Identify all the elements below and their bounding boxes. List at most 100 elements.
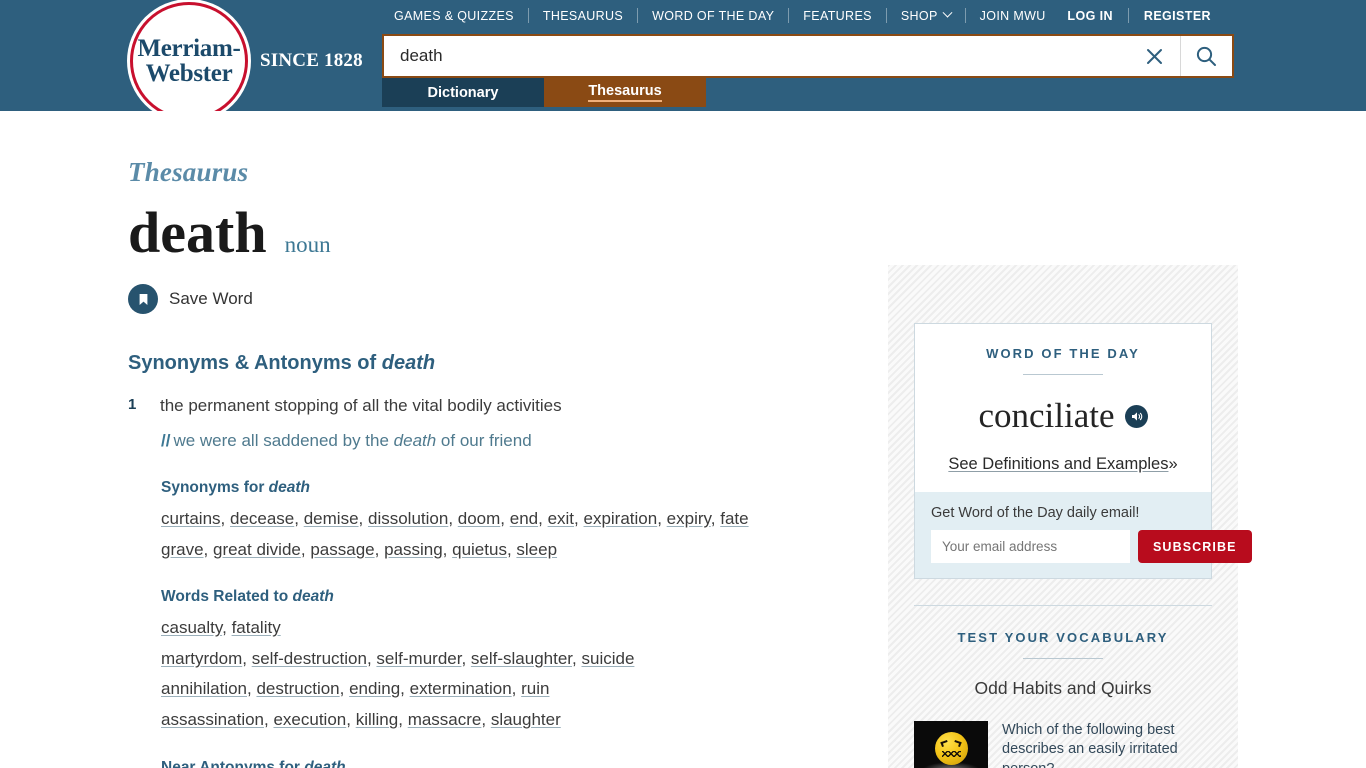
- word-of-the-day-word[interactable]: conciliate: [978, 396, 1114, 436]
- see-definitions-link[interactable]: See Definitions and Examples: [948, 455, 1168, 473]
- word-link[interactable]: end: [510, 509, 538, 528]
- word-link[interactable]: fatality: [232, 618, 281, 637]
- word-link[interactable]: decease: [230, 509, 294, 528]
- newsletter-form: SUBSCRIBE: [931, 530, 1252, 563]
- word-line: curtains, decease, demise, dissolution, …: [161, 508, 749, 528]
- word-link[interactable]: slaughter: [491, 710, 561, 729]
- logo-line-2: Webster: [145, 60, 233, 87]
- word-link[interactable]: grave: [161, 540, 204, 559]
- tab-dictionary-label: Dictionary: [427, 84, 499, 101]
- word-link[interactable]: annihilation: [161, 679, 247, 698]
- word-of-the-day-link-row: See Definitions and Examples»: [931, 455, 1195, 474]
- part-of-speech: noun: [284, 232, 331, 257]
- site-logo[interactable]: Merriam- Webster SINCE 1828: [130, 2, 363, 120]
- word-link[interactable]: self-slaughter: [471, 649, 572, 668]
- search-input[interactable]: [384, 36, 1128, 76]
- sense-example: //we were all saddened by the death of o…: [161, 430, 868, 453]
- word-link[interactable]: great divide: [213, 540, 301, 559]
- subscribe-button[interactable]: SUBSCRIBE: [1138, 530, 1252, 563]
- primary-nav: GAMES & QUIZZES THESAURUS WORD OF THE DA…: [380, 7, 1060, 23]
- tab-thesaurus[interactable]: Thesaurus: [544, 78, 706, 107]
- word-link[interactable]: quietus: [452, 540, 507, 559]
- entry-main-column: Thesaurus death noun Save Word Synonyms …: [128, 111, 868, 768]
- word-line: martyrdom, self-destruction, self-murder…: [161, 648, 635, 668]
- angry-face-ball-image: [914, 721, 988, 768]
- link-arrow: »: [1168, 455, 1178, 473]
- word-link[interactable]: passing: [384, 540, 443, 559]
- nav-item-games-quizzes[interactable]: GAMES & QUIZZES: [380, 9, 528, 23]
- word-link[interactable]: destruction: [256, 679, 339, 698]
- word-link[interactable]: ending: [349, 679, 400, 698]
- speaker-icon[interactable]: [1124, 404, 1148, 428]
- word-link[interactable]: dissolution: [368, 509, 448, 528]
- word-link[interactable]: killing: [356, 710, 399, 729]
- example-text-after: of our friend: [436, 430, 532, 450]
- word-link[interactable]: execution: [273, 710, 346, 729]
- word-line: casualty, fatality: [161, 618, 281, 638]
- register-link[interactable]: REGISTER: [1129, 9, 1226, 23]
- word-link[interactable]: casualty: [161, 618, 222, 637]
- sense-entry: 1 the permanent stopping of all the vita…: [128, 395, 868, 418]
- search-scope-tabs: Dictionary Thesaurus: [382, 78, 706, 107]
- nav-item-thesaurus[interactable]: THESAURUS: [529, 9, 637, 23]
- word-link[interactable]: extermination: [410, 679, 512, 698]
- search-submit-button[interactable]: [1180, 36, 1232, 76]
- word-link[interactable]: fate: [720, 509, 748, 528]
- chevron-down-icon: [942, 7, 953, 18]
- synonyms-group-title: Synonyms for death: [161, 479, 868, 497]
- tab-dictionary[interactable]: Dictionary: [382, 78, 544, 107]
- word-link[interactable]: assassination: [161, 710, 264, 729]
- near-antonyms-group-title: Near Antonyms for death: [161, 759, 868, 768]
- quiz-label: TEST YOUR VOCABULARY: [957, 630, 1169, 645]
- example-marker: //: [161, 430, 171, 450]
- ball-mouth: [942, 751, 961, 757]
- tab-thesaurus-label: Thesaurus: [588, 83, 662, 102]
- word-link[interactable]: demise: [304, 509, 359, 528]
- word-link[interactable]: self-destruction: [252, 649, 367, 668]
- nav-item-word-of-the-day[interactable]: WORD OF THE DAY: [638, 9, 788, 23]
- word-link[interactable]: expiration: [584, 509, 658, 528]
- word-link[interactable]: exit: [548, 509, 574, 528]
- word-link[interactable]: martyrdom: [161, 649, 242, 668]
- card-divider: [1023, 658, 1103, 659]
- word-link[interactable]: self-murder: [376, 649, 461, 668]
- card-divider: [1023, 374, 1103, 375]
- word-line: assassination, execution, killing, massa…: [161, 710, 561, 730]
- nav-item-features[interactable]: FEATURES: [789, 9, 886, 23]
- sidebar: WORD OF THE DAY conciliate See Definitio…: [888, 265, 1252, 768]
- synonyms-title-prefix: Synonyms for: [161, 478, 269, 496]
- nav-item-join-mwu[interactable]: JOIN MWU: [966, 9, 1060, 23]
- related-words-list: casualty, fatality martyrdom, self-destr…: [161, 616, 868, 733]
- word-link[interactable]: massacre: [408, 710, 482, 729]
- related-words-group: Words Related to death casualty, fatalit…: [161, 588, 868, 733]
- near-antonyms-title-prefix: Near Antonyms for: [161, 758, 305, 768]
- word-of-the-day-label: WORD OF THE DAY: [986, 346, 1140, 361]
- word-line: grave, great divide, passage, passing, q…: [161, 539, 558, 559]
- nav-item-shop[interactable]: SHOP: [887, 7, 965, 23]
- word-link[interactable]: passage: [310, 540, 374, 559]
- logo-line-1: Merriam-: [137, 35, 241, 62]
- vocabulary-quiz-card: TEST YOUR VOCABULARY Odd Habits and Quir…: [914, 605, 1212, 768]
- word-link[interactable]: curtains: [161, 509, 221, 528]
- newsletter-signup: Get Word of the Day daily email! SUBSCRI…: [915, 492, 1252, 578]
- search-bar: [382, 34, 1234, 78]
- quiz-body: Which of the following best describes an…: [914, 721, 1212, 768]
- email-field[interactable]: [931, 530, 1130, 563]
- related-title-prefix: Words Related to: [161, 588, 293, 606]
- quiz-title: Odd Habits and Quirks: [974, 678, 1152, 698]
- sa-heading-word: death: [381, 352, 436, 374]
- synonyms-group: Synonyms for death curtains, decease, de…: [161, 479, 868, 562]
- word-link[interactable]: doom: [458, 509, 501, 528]
- word-link[interactable]: expiry: [667, 509, 711, 528]
- nav-item-shop-label: SHOP: [900, 8, 938, 23]
- source-label: Thesaurus: [128, 157, 249, 187]
- search-icon: [1196, 46, 1216, 66]
- word-link[interactable]: sleep: [516, 540, 557, 559]
- word-link[interactable]: ruin: [521, 679, 549, 698]
- newsletter-prompt: Get Word of the Day daily email!: [931, 505, 1140, 521]
- clear-search-button[interactable]: [1128, 36, 1180, 76]
- related-words-group-title: Words Related to death: [161, 588, 868, 606]
- log-in-link[interactable]: LOG IN: [1052, 9, 1127, 23]
- word-link[interactable]: suicide: [581, 649, 634, 668]
- save-word-button[interactable]: Save Word: [128, 284, 868, 314]
